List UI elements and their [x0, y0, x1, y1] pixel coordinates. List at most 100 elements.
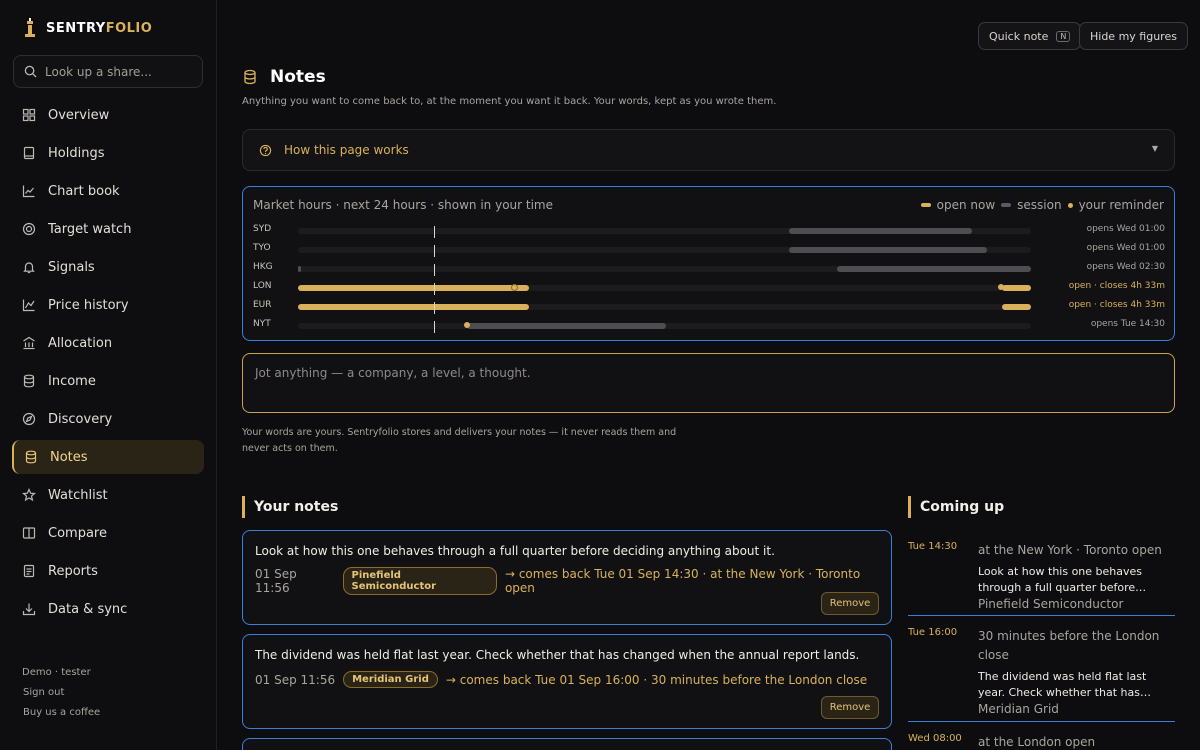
hide-figures-button[interactable]: Hide my figures: [1079, 22, 1188, 50]
note-text: The dividend was held flat last year. Ch…: [255, 648, 860, 662]
note-card[interactable]: [242, 738, 892, 750]
bank-icon: [23, 336, 35, 350]
market-row-nyt: NYT opens Tue 14:30: [253, 319, 1165, 333]
sidebar-item-reports[interactable]: Reports: [12, 554, 204, 588]
remove-note-button[interactable]: Remove: [821, 592, 879, 615]
sidebar-item-signals[interactable]: Signals: [12, 250, 204, 284]
help-circle-icon: [259, 144, 272, 156]
session-bar: [789, 228, 973, 234]
sidebar-item-compare[interactable]: Compare: [12, 516, 204, 550]
brand-name: SENTRYFOLIO: [46, 20, 153, 36]
brand-logo[interactable]: SENTRYFOLIO: [22, 18, 152, 38]
sidebar-footer: Demo · tester Sign out Buy us a coffee: [22, 667, 100, 727]
how-page-works-toggle[interactable]: How this page works ▼: [242, 129, 1175, 171]
legend-open-swatch: [920, 203, 931, 207]
market-timeline: [298, 226, 1031, 238]
market-row-lon: LON open · closes 4h 33m: [253, 281, 1165, 295]
market-code: NYT: [253, 319, 271, 329]
market-timeline: [298, 302, 1031, 314]
sidebar-item-label: Holdings: [48, 145, 105, 161]
market-code: EUR: [253, 300, 272, 310]
compass-icon: [22, 412, 36, 426]
reminder-time: Tue 14:30: [908, 541, 958, 552]
database-icon: [25, 450, 37, 464]
market-status: opens Wed 02:30: [1086, 262, 1165, 272]
sidebar-item-chart-book[interactable]: Chart book: [12, 174, 204, 208]
sidebar-item-overview[interactable]: Overview: [12, 98, 204, 132]
market-status: opens Wed 01:00: [1086, 243, 1165, 253]
sidebar-item-label: Overview: [48, 107, 110, 123]
search-input[interactable]: [45, 64, 195, 79]
sidebar-item-label: Chart book: [48, 183, 120, 199]
sidebar-item-label: Discovery: [48, 411, 113, 427]
sidebar-item-data-sync[interactable]: Data & sync: [12, 592, 204, 626]
sidebar-item-label: Income: [48, 373, 96, 389]
search-icon: [24, 65, 37, 78]
columns-icon: [22, 527, 36, 539]
coming-up-item[interactable]: Tue 16:00 30 minutes before the London cl…: [908, 627, 1175, 722]
market-timeline: [298, 264, 1031, 276]
download-icon: [22, 603, 36, 616]
sidebar-item-holdings[interactable]: Holdings: [12, 136, 204, 170]
market-code: TYO: [253, 243, 271, 253]
sidebar-item-label: Allocation: [48, 335, 113, 351]
note-date: 01 Sep 11:56: [255, 672, 336, 687]
database-icon: [244, 69, 256, 85]
note-card[interactable]: The dividend was held flat last year. Ch…: [242, 634, 892, 729]
market-code: LON: [253, 281, 272, 291]
now-marker: [434, 226, 435, 238]
sidebar-item-notes[interactable]: Notes: [12, 440, 204, 474]
sidebar-item-price-history[interactable]: Price history: [12, 288, 204, 322]
session-bar: [789, 247, 988, 253]
company-tag[interactable]: Meridian Grid: [343, 671, 438, 688]
tower-icon: [25, 18, 35, 37]
your-notes-heading: Your notes: [242, 496, 338, 518]
trend-icon: [22, 299, 35, 312]
market-status: opens Tue 14:30: [1090, 319, 1165, 329]
sidebar-item-income[interactable]: Income: [12, 364, 204, 398]
session-bar: [466, 323, 666, 329]
coming-up-item[interactable]: Wed 08:00 at the London open: [908, 733, 1175, 750]
market-status: opens Wed 01:00: [1086, 224, 1165, 234]
sidebar-item-discovery[interactable]: Discovery: [12, 402, 204, 436]
reminder-time: Tue 16:00: [908, 627, 958, 638]
sidebar-item-watchlist[interactable]: Watchlist: [12, 478, 204, 512]
open-bar: [298, 285, 529, 291]
quick-note-button[interactable]: Quick note N: [978, 22, 1082, 50]
target-icon: [22, 222, 36, 236]
how-page-works-label: How this page works: [284, 143, 409, 157]
shortcut-key: N: [1056, 30, 1071, 42]
now-marker: [434, 264, 435, 276]
coffee-link[interactable]: Buy us a coffee: [23, 707, 100, 718]
market-timeline: [298, 321, 1031, 333]
sidebar-item-label: Reports: [48, 563, 98, 579]
sidebar-item-allocation[interactable]: Allocation: [12, 326, 204, 360]
market-status: open · closes 4h 33m: [1068, 281, 1165, 291]
reminder-dot: [463, 322, 470, 328]
note-meta: 01 Sep 11:56 Meridian Grid → comes back Tu…: [255, 671, 867, 688]
legend-open-label: open now: [936, 198, 996, 212]
report-icon: [23, 564, 35, 578]
comes-back-time: → comes back Tue 01 Sep 16:00 · 30 minut…: [445, 672, 868, 687]
market-code: HKG: [253, 262, 273, 272]
chart-line-icon: [22, 185, 35, 198]
share-search[interactable]: [13, 55, 203, 88]
coming-up-item[interactable]: Tue 14:30 at the New York · Toronto open L…: [908, 541, 1175, 616]
company-tag[interactable]: Pinefield Semiconductor: [342, 567, 497, 595]
session-bar: [298, 266, 301, 272]
database-icon: [23, 374, 35, 388]
note-composer[interactable]: [242, 353, 1175, 413]
now-marker: [434, 283, 435, 295]
reminder-note-text: The dividend was held flat last year. Ch…: [978, 670, 1147, 699]
remove-note-button[interactable]: Remove: [821, 696, 879, 719]
note-text: Look at how this one behaves through a f…: [255, 544, 775, 558]
sidebar-item-target-watch[interactable]: Target watch: [12, 212, 204, 246]
quick-note-label: Quick note: [989, 29, 1049, 43]
legend-reminder-swatch: [1067, 202, 1073, 208]
reminder-note-text: Look at how this one behaves through a f…: [978, 565, 1143, 594]
sign-out-link[interactable]: Sign out: [23, 687, 100, 698]
market-row-eur: EUR open · closes 4h 33m: [253, 300, 1165, 314]
legend-session-label: session: [1017, 198, 1062, 212]
sidebar-item-label: Price history: [48, 297, 129, 313]
note-card[interactable]: Look at how this one behaves through a f…: [242, 530, 892, 625]
